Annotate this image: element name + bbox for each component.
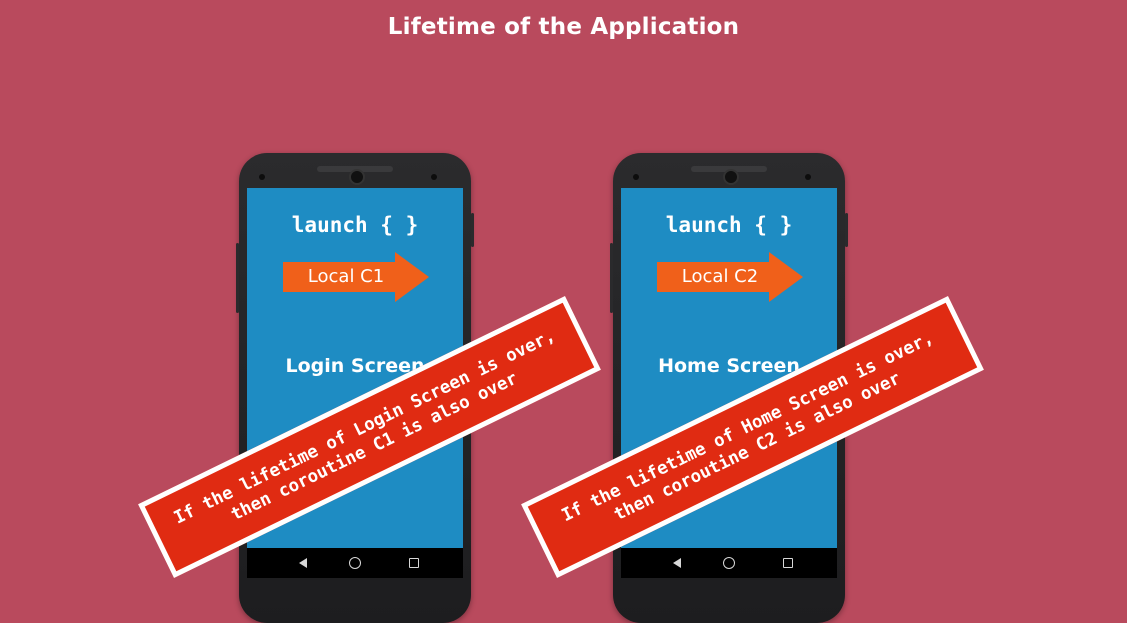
sensor-right — [805, 174, 811, 180]
volume-button — [236, 243, 239, 313]
home-circle-icon[interactable] — [723, 557, 735, 569]
coroutine-label: Local C1 — [307, 266, 385, 287]
coroutine-label: Local C2 — [681, 266, 759, 287]
launch-code: launch { } — [665, 213, 793, 237]
sensor-left — [259, 174, 265, 180]
home-circle-icon[interactable] — [349, 557, 361, 569]
coroutine-arrow: Local C2 — [657, 252, 803, 302]
recents-square-icon[interactable] — [783, 558, 793, 568]
launch-code: launch { } — [291, 213, 419, 237]
slide-title: Lifetime of the Application — [387, 14, 740, 40]
recents-square-icon[interactable] — [409, 558, 419, 568]
volume-button — [610, 243, 613, 313]
back-triangle-icon[interactable] — [673, 558, 681, 568]
power-button — [471, 213, 474, 247]
back-triangle-icon[interactable] — [299, 558, 307, 568]
front-camera-icon — [349, 169, 365, 185]
sensor-right — [431, 174, 437, 180]
power-button — [845, 213, 848, 247]
sensor-left — [633, 174, 639, 180]
navigation-bar — [621, 548, 837, 578]
navigation-bar — [247, 548, 463, 578]
front-camera-icon — [723, 169, 739, 185]
coroutine-arrow: Local C1 — [283, 252, 429, 302]
